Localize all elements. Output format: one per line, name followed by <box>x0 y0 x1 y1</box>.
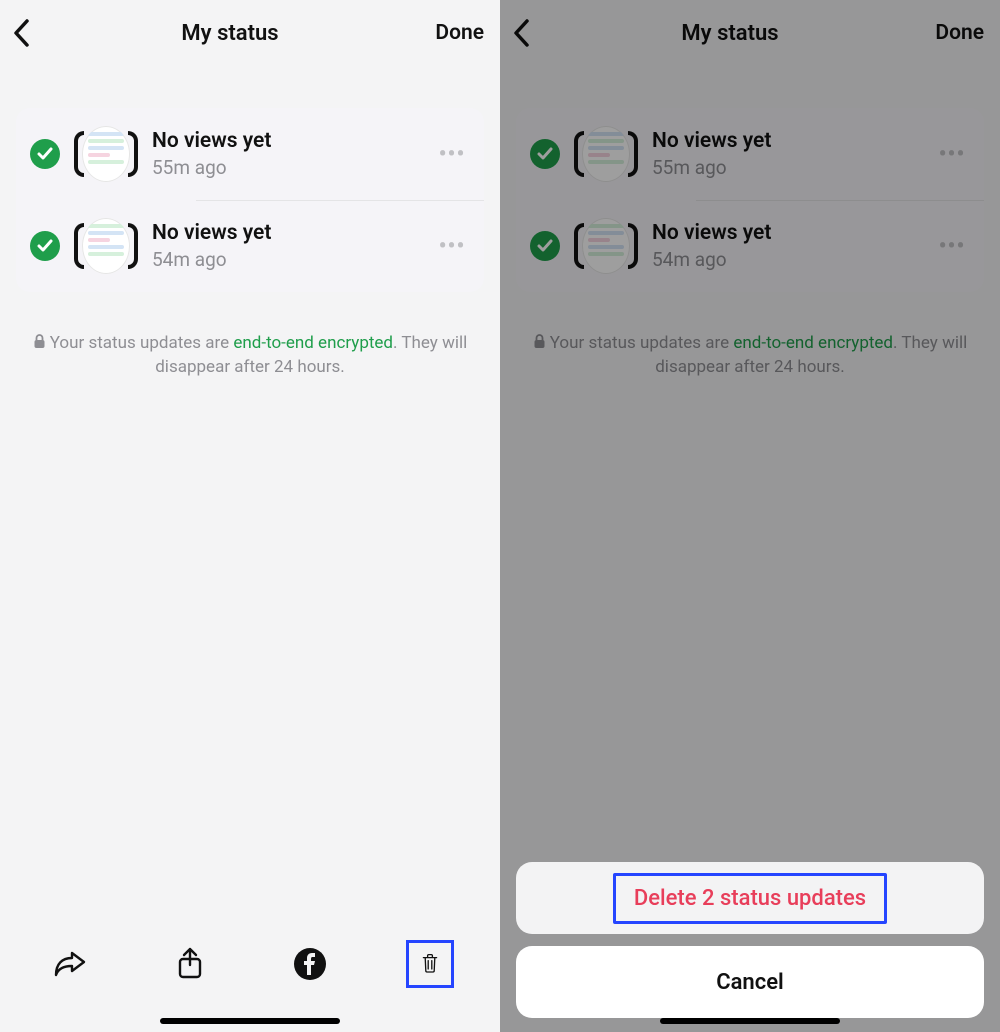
facebook-icon <box>292 946 328 982</box>
chevron-left-icon <box>12 18 32 48</box>
cancel-label: Cancel <box>716 970 784 995</box>
more-options-button[interactable]: ••• <box>432 142 472 167</box>
encryption-notice: Your status updates are end-to-end encry… <box>0 332 500 379</box>
encryption-prefix: Your status updates are <box>50 333 234 353</box>
selected-check-icon[interactable] <box>530 139 560 169</box>
status-list: No views yet 55m ago ••• No views yet 54… <box>516 108 984 292</box>
status-views-label: No views yet <box>652 221 918 246</box>
done-button[interactable]: Done <box>912 21 984 45</box>
delete-confirm-button[interactable]: Delete 2 status updates <box>516 862 984 934</box>
page-title: My status <box>548 21 912 46</box>
screen-status-edit: My status Done No views yet 55m ago ••• <box>0 0 500 1032</box>
forward-button[interactable] <box>46 940 94 988</box>
status-thumbnail <box>74 122 138 186</box>
home-indicator <box>660 1018 840 1024</box>
header: My status Done <box>0 0 500 66</box>
selected-check-icon[interactable] <box>530 231 560 261</box>
done-button[interactable]: Done <box>412 21 484 45</box>
status-time-label: 54m ago <box>652 248 918 271</box>
status-thumbnail <box>574 122 638 186</box>
action-sheet: Delete 2 status updates Cancel <box>516 862 984 1018</box>
encryption-link[interactable]: end-to-end encrypted <box>733 333 893 353</box>
back-button[interactable] <box>12 18 48 48</box>
more-options-button[interactable]: ••• <box>432 234 472 259</box>
encryption-prefix: Your status updates are <box>550 333 734 353</box>
status-text: No views yet 55m ago <box>652 129 918 179</box>
forward-arrow-icon <box>53 950 87 978</box>
trash-icon <box>421 946 439 980</box>
facebook-share-button[interactable] <box>286 940 334 988</box>
selected-check-icon[interactable] <box>30 231 60 261</box>
encryption-link[interactable]: end-to-end encrypted <box>233 333 393 353</box>
status-thumbnail <box>74 214 138 278</box>
chevron-left-icon <box>512 18 532 48</box>
delete-button[interactable] <box>406 940 454 988</box>
header: My status Done <box>500 0 1000 66</box>
status-item[interactable]: No views yet 55m ago ••• <box>16 108 484 200</box>
status-text: No views yet 54m ago <box>652 221 918 271</box>
status-time-label: 55m ago <box>652 156 918 179</box>
screen-delete-confirm: My status Done No views yet 55m ago ••• <box>500 0 1000 1032</box>
more-options-button[interactable]: ••• <box>932 234 972 259</box>
status-item[interactable]: No views yet 55m ago ••• <box>516 108 984 200</box>
back-button[interactable] <box>512 18 548 48</box>
cancel-button[interactable]: Cancel <box>516 946 984 1018</box>
status-thumbnail <box>574 214 638 278</box>
status-views-label: No views yet <box>152 221 418 246</box>
page-title: My status <box>48 21 412 46</box>
status-text: No views yet 54m ago <box>152 221 418 271</box>
bottom-toolbar <box>0 922 500 1032</box>
home-indicator <box>160 1018 340 1024</box>
share-button[interactable] <box>166 940 214 988</box>
delete-confirm-label: Delete 2 status updates <box>613 873 887 924</box>
lock-icon <box>533 333 546 356</box>
status-list: No views yet 55m ago ••• No views yet 54… <box>16 108 484 292</box>
status-views-label: No views yet <box>152 129 418 154</box>
selected-check-icon[interactable] <box>30 139 60 169</box>
encryption-notice: Your status updates are end-to-end encry… <box>500 332 1000 379</box>
status-item[interactable]: No views yet 54m ago ••• <box>16 200 484 292</box>
status-item[interactable]: No views yet 54m ago ••• <box>516 200 984 292</box>
share-icon <box>176 947 204 981</box>
status-time-label: 55m ago <box>152 156 418 179</box>
status-time-label: 54m ago <box>152 248 418 271</box>
status-text: No views yet 55m ago <box>152 129 418 179</box>
more-options-button[interactable]: ••• <box>932 142 972 167</box>
lock-icon <box>33 333 46 356</box>
status-views-label: No views yet <box>652 129 918 154</box>
